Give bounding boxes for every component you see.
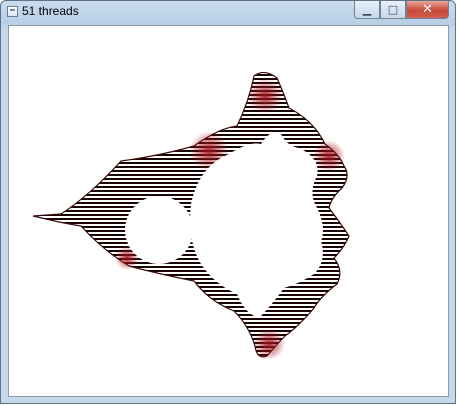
maximize-button[interactable]: □ <box>380 1 406 19</box>
glow-top <box>247 78 283 114</box>
fractal-image <box>32 71 350 360</box>
close-button[interactable]: ✕ <box>406 1 449 19</box>
glow-right <box>313 140 345 172</box>
title-bar[interactable]: 51 threads ▁ □ ✕ <box>1 1 455 25</box>
app-window-icon[interactable] <box>7 6 18 17</box>
fractal-bulb <box>125 196 193 264</box>
window-controls: ▁ □ ✕ <box>354 1 449 21</box>
app-window: 51 threads ▁ □ ✕ <box>0 0 456 404</box>
close-icon: ✕ <box>422 2 433 17</box>
window-title: 51 threads <box>22 4 79 18</box>
render-canvas[interactable] <box>8 25 449 397</box>
minimize-button[interactable]: ▁ <box>354 1 380 19</box>
minimize-icon: ▁ <box>362 3 372 16</box>
glow-bottom <box>253 328 285 360</box>
maximize-icon: □ <box>387 3 399 16</box>
